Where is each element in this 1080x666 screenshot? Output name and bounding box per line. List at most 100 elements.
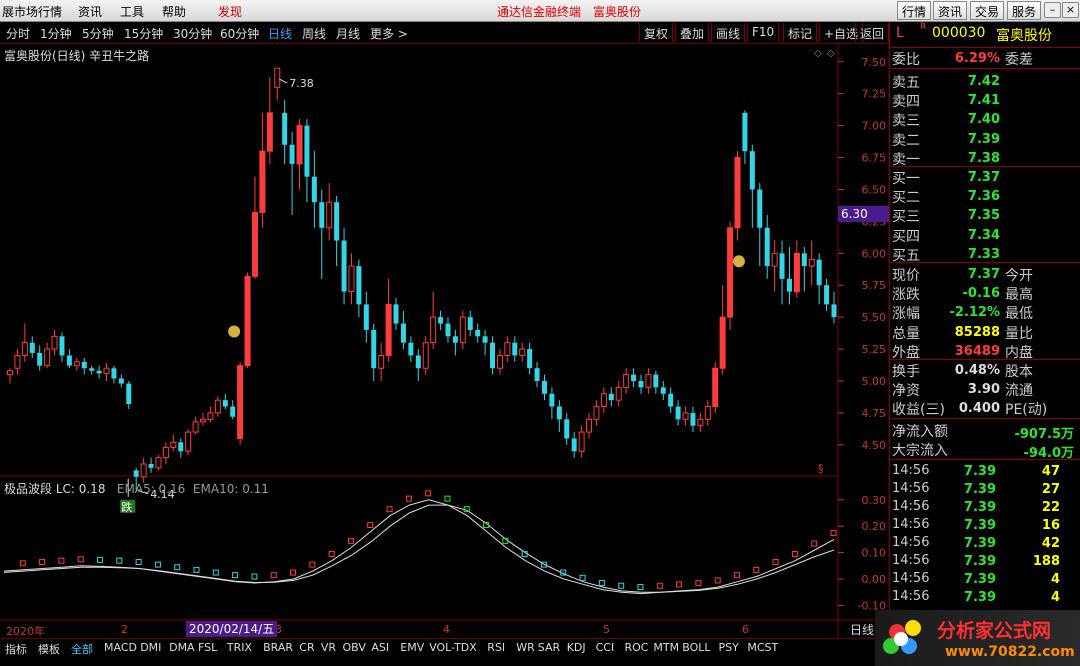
candle	[126, 381, 132, 410]
chart-title: 富奥股份(日线) 辛丑牛之路	[4, 49, 150, 63]
tick-time: 14:56	[892, 499, 930, 514]
trade-button[interactable]: 交易	[970, 1, 1005, 20]
candle	[422, 336, 429, 375]
candle	[326, 183, 333, 241]
tab-vr[interactable]: VR	[321, 641, 336, 654]
period-bar: 分时 1分钟 5分钟 15分钟 30分钟 60分钟 日线 周线 月线 更多 > …	[0, 22, 889, 44]
overlay-button[interactable]: 叠加	[675, 23, 710, 42]
mark-button[interactable]: 标记	[783, 23, 818, 42]
kline-chart[interactable]: ◇◇7.507.257.006.756.506.256.005.755.505.…	[0, 44, 889, 638]
period-weekly[interactable]: 周线	[302, 25, 326, 42]
f10-button[interactable]: F10	[747, 23, 780, 42]
period-1min[interactable]: 1分钟	[40, 25, 72, 42]
tab-全部[interactable]: 全部	[71, 641, 93, 657]
sell-level-label: 卖五	[892, 75, 920, 91]
tab-dmi[interactable]: DMI	[140, 641, 161, 654]
tab-dma[interactable]: DMA	[169, 641, 195, 654]
tab-brar[interactable]: BRAR	[263, 641, 293, 654]
menu-discover[interactable]: 发现	[218, 3, 242, 20]
tab-mcst[interactable]: MCST	[747, 641, 778, 654]
candle	[534, 361, 540, 388]
candle	[51, 329, 58, 356]
period-daily[interactable]: 日线	[268, 25, 292, 42]
tab-macd[interactable]: MACD	[104, 641, 137, 654]
y-tick-label: 5.75	[862, 279, 887, 292]
period-30min[interactable]: 30分钟	[173, 25, 212, 42]
tab-kdj[interactable]: KDJ	[567, 641, 586, 654]
tab-roc[interactable]: ROC	[625, 641, 649, 654]
candle	[578, 425, 585, 458]
x-tick-label: 4	[443, 623, 450, 636]
buy-level-price: 7.34	[967, 227, 1000, 243]
menu-help[interactable]: 帮助	[162, 3, 186, 20]
tab-obv[interactable]: OBV	[343, 641, 366, 654]
candle	[593, 400, 600, 426]
stat-label2: 最低	[1005, 306, 1033, 323]
draw-button[interactable]: 画线	[711, 23, 746, 42]
menu-tools[interactable]: 工具	[120, 3, 144, 20]
tab-fsl[interactable]: FSL	[198, 641, 217, 654]
candle	[251, 176, 258, 279]
period-60min[interactable]: 60分钟	[220, 25, 259, 42]
flow-label: 净流入额	[892, 424, 948, 440]
candle	[371, 323, 377, 381]
tab-asi[interactable]: ASI	[371, 641, 389, 654]
tab-指标[interactable]: 指标	[5, 641, 27, 657]
candle	[334, 195, 340, 267]
wave-marker	[174, 564, 181, 571]
diamond-icon: ◇	[827, 48, 835, 59]
service-button[interactable]: 服务	[1007, 1, 1042, 20]
period-monthly[interactable]: 月线	[336, 25, 360, 42]
divider	[890, 262, 1080, 263]
wave-marker	[135, 558, 142, 565]
tab-cr[interactable]: CR	[299, 641, 314, 654]
candle	[586, 412, 593, 439]
tab-cci[interactable]: CCI	[596, 641, 615, 654]
menu-bar: 展市场行情 资讯 工具 帮助 发现 通达信金融终端 富奥股份 行情 资讯 交易 …	[0, 0, 1080, 22]
tab-emv[interactable]: EMV	[400, 641, 424, 654]
tab-sar[interactable]: SAR	[538, 641, 560, 654]
candle	[348, 253, 355, 305]
tick-volume: 4	[1050, 572, 1060, 587]
minimize-icon[interactable]: –	[1044, 2, 1061, 18]
menu-market[interactable]: 展市场行情	[2, 3, 62, 20]
period-5min[interactable]: 5分钟	[82, 25, 114, 42]
restore-rights-button[interactable]: 复权	[639, 23, 674, 42]
tab-wr[interactable]: WR	[516, 641, 535, 654]
candle	[415, 349, 421, 381]
close-icon[interactable]: ×	[1062, 2, 1079, 18]
tab-psy[interactable]: PSY	[719, 641, 739, 654]
period-15min[interactable]: 15分钟	[124, 25, 163, 42]
buy-level-label: 买四	[892, 228, 920, 245]
wave-marker	[676, 581, 683, 588]
candle	[111, 365, 117, 384]
candle	[719, 285, 726, 375]
stat-label: 总量	[892, 325, 920, 342]
high-pointer	[279, 78, 288, 84]
indicator-tabs: 指标 模板 全部 MACD DMI DMA FSL TRIX BRAR CR VR OBV ASI EMV…	[0, 638, 889, 656]
fund-label: 净资	[892, 383, 920, 400]
tab-模板[interactable]: 模板	[38, 641, 60, 657]
divider	[890, 47, 1080, 48]
menu-news[interactable]: 资讯	[78, 3, 102, 20]
tab-mtm[interactable]: MTM	[653, 641, 679, 654]
candle	[623, 368, 630, 394]
tab-vol-tdx[interactable]: VOL-TDX	[429, 641, 477, 654]
ema5-value: EMA5: 0.16	[116, 482, 186, 496]
candle	[200, 412, 207, 426]
wave-marker	[347, 537, 354, 544]
tab-rsi[interactable]: RSI	[487, 641, 505, 654]
fund-label2: PE(动)	[1005, 402, 1048, 419]
wave-marker	[232, 572, 239, 579]
quote-panel: L R 000030 富奥股份 委比 6.29% 委差 卖五 7.42 卖四 7.41…	[889, 22, 1080, 666]
candle	[311, 151, 317, 228]
tab-boll[interactable]: BOLL	[682, 641, 710, 654]
period-timeshare[interactable]: 分时	[6, 25, 30, 42]
period-more[interactable]: 更多 >	[370, 25, 408, 42]
news-button[interactable]: 资讯	[933, 1, 968, 20]
wave-marker	[656, 582, 663, 589]
quote-button[interactable]: 行情	[897, 1, 932, 20]
back-button[interactable]: 返回	[855, 23, 889, 42]
y-tick-label: 7.50	[862, 56, 887, 69]
tab-trix[interactable]: TRIX	[227, 641, 252, 654]
